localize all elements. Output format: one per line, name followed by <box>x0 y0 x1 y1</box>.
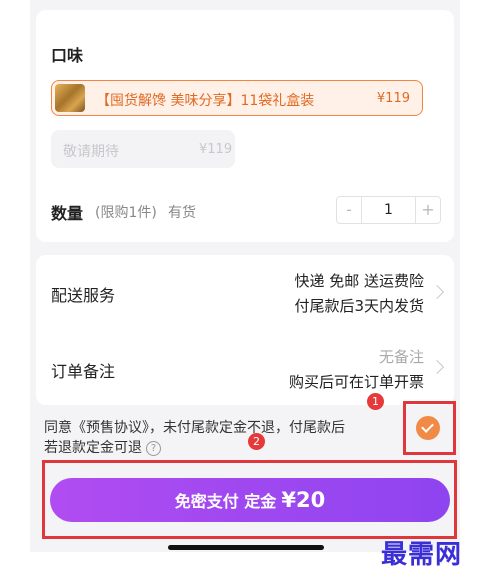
agreement-checkbox[interactable] <box>416 416 440 440</box>
quantity-stepper: - 1 + <box>336 196 441 224</box>
stock-status: 有货 <box>168 205 196 221</box>
shipping-label: 配送服务 <box>51 286 116 305</box>
check-icon <box>421 420 434 433</box>
option-price: ¥119 <box>376 91 410 106</box>
quantity-value[interactable]: 1 <box>363 197 414 223</box>
home-indicator <box>168 545 324 550</box>
refund-note: 若退款定金可退? <box>44 437 161 457</box>
flavor-title: 口味 <box>51 46 84 65</box>
flavor-option-gift-box[interactable]: 【囤货解馋 美味分享】11袋礼盒装 ¥119 <box>51 80 423 116</box>
pay-deposit-button[interactable]: 免密支付 定金 ¥20 <box>50 478 450 522</box>
watermark-logo: 最需网 <box>381 540 463 570</box>
option-name: 【囤货解馋 美味分享】11袋礼盒装 <box>96 93 315 109</box>
order-remark-label: 订单备注 <box>51 362 116 381</box>
shipping-info-line2[interactable]: 付尾款后3天内发货 <box>294 295 424 316</box>
quantity-plus-button[interactable]: + <box>415 197 440 223</box>
option-price: ¥119 <box>199 142 233 157</box>
option-name: 敬请期待 <box>63 144 119 160</box>
presale-agreement-text[interactable]: 同意《预售协议》，未付尾款定金不退，付尾款后 <box>44 417 345 437</box>
flavor-option-coming-soon[interactable]: 敬请期待 ¥119 <box>51 130 235 168</box>
shipping-info-line1[interactable]: 快递 免邮 送运费险 <box>294 270 424 291</box>
pay-button-highlight: 免密支付 定金 ¥20 <box>42 460 457 539</box>
product-thumbnail <box>55 84 85 112</box>
help-icon[interactable]: ? <box>146 441 161 456</box>
invoice-note[interactable]: 购买后可在订单开票 <box>289 371 424 392</box>
purchase-limit-note: (限购1件) <box>95 205 157 221</box>
pay-button-label: 免密支付 定金 <box>174 492 277 511</box>
refund-note-text: 若退款定金可退 <box>44 440 142 456</box>
quantity-label: 数量 <box>51 204 84 223</box>
annotation-badge-2: 2 <box>248 433 265 450</box>
order-remark-value[interactable]: 无备注 <box>379 346 424 367</box>
pay-button-amount: ¥20 <box>281 488 326 512</box>
annotation-badge-1: 1 <box>367 393 384 410</box>
quantity-minus-button[interactable]: - <box>337 197 362 223</box>
agreement-checkbox-highlight <box>403 401 456 455</box>
